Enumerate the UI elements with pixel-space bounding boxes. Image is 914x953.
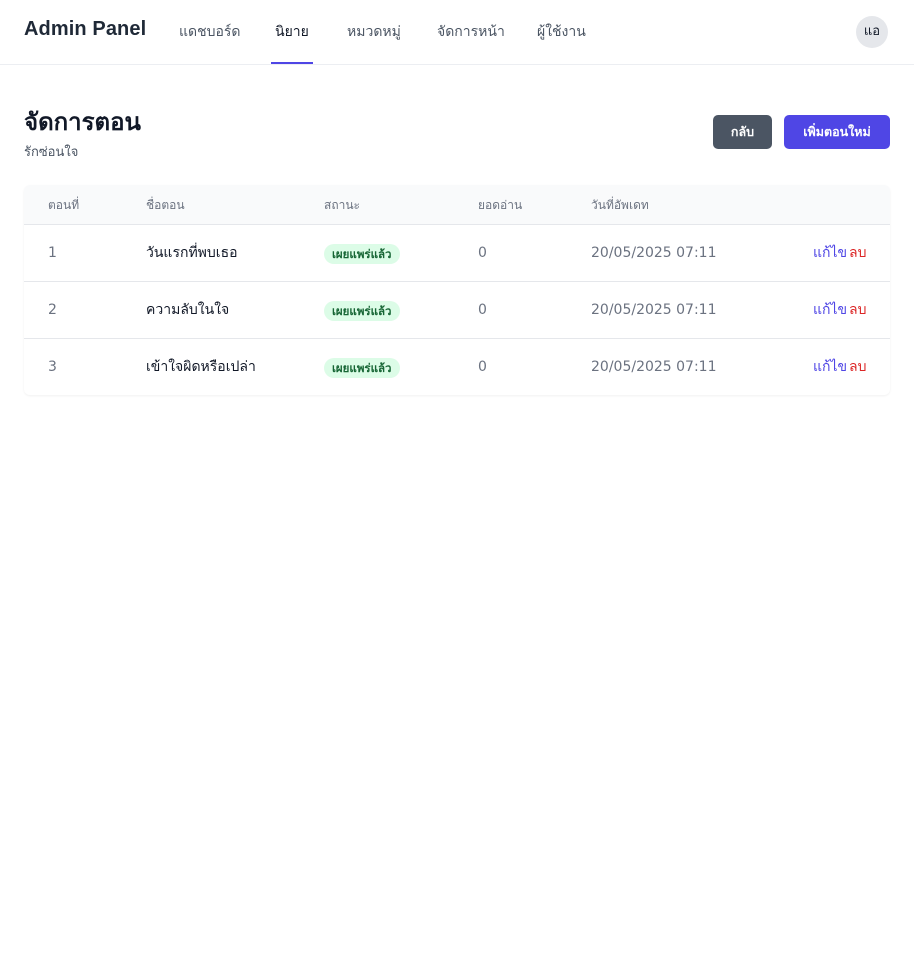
table-row: 2 ความลับในใจ เผยแพร่แล้ว 0 20/05/2025 0… bbox=[24, 282, 890, 339]
brand-title[interactable]: Admin Panel bbox=[24, 18, 146, 41]
nav-categories[interactable]: หมวดหมู่ bbox=[347, 0, 401, 64]
episode-number: 2 bbox=[48, 302, 57, 318]
table-header: ตอนที่ ชื่อตอน สถานะ ยอดอ่าน วันที่อัพเด… bbox=[24, 185, 890, 225]
column-header-updated: วันที่อัพเดท bbox=[591, 198, 649, 212]
read-count: 0 bbox=[478, 302, 487, 318]
edit-link[interactable]: แก้ไข bbox=[813, 282, 847, 338]
back-button[interactable]: กลับ bbox=[713, 115, 772, 149]
nav-novels-label: นิยาย bbox=[275, 24, 309, 40]
table-row: 1 วันแรกที่พบเธอ เผยแพร่แล้ว 0 20/05/202… bbox=[24, 225, 890, 282]
column-header-status: สถานะ bbox=[324, 198, 360, 212]
column-header-title: ชื่อตอน bbox=[146, 198, 185, 212]
episode-number: 1 bbox=[48, 245, 57, 261]
edit-link[interactable]: แก้ไข bbox=[813, 225, 847, 281]
table-row: 3 เข้าใจผิดหรือเปล่า เผยแพร่แล้ว 0 20/05… bbox=[24, 339, 890, 395]
status-badge: เผยแพร่แล้ว bbox=[324, 301, 400, 321]
delete-link[interactable]: ลบ bbox=[849, 339, 866, 395]
episode-title: ความลับในใจ bbox=[146, 302, 230, 318]
column-header-reads: ยอดอ่าน bbox=[478, 198, 523, 212]
nav-users[interactable]: ผู้ใช้งาน bbox=[537, 0, 586, 64]
delete-link[interactable]: ลบ bbox=[849, 282, 866, 338]
delete-link[interactable]: ลบ bbox=[849, 225, 866, 281]
read-count: 0 bbox=[478, 359, 487, 375]
status-badge: เผยแพร่แล้ว bbox=[324, 358, 400, 378]
nav-dashboard[interactable]: แดชบอร์ด bbox=[179, 0, 241, 64]
nav-novels[interactable]: นิยาย bbox=[271, 0, 313, 64]
novel-name-subtitle: รักซ่อนใจ bbox=[24, 145, 79, 160]
add-episode-button[interactable]: เพิ่มตอนใหม่ bbox=[784, 115, 890, 149]
episode-title: วันแรกที่พบเธอ bbox=[146, 245, 238, 261]
nav-pages[interactable]: จัดการหน้า bbox=[437, 0, 505, 64]
status-badge: เผยแพร่แล้ว bbox=[324, 244, 400, 264]
read-count: 0 bbox=[478, 245, 487, 261]
updated-date: 20/05/2025 07:11 bbox=[591, 359, 717, 375]
episode-number: 3 bbox=[48, 359, 57, 375]
top-navbar: Admin Panel แดชบอร์ด นิยาย หมวดหมู่ จัดก… bbox=[0, 0, 914, 65]
user-avatar[interactable]: แอ bbox=[856, 16, 888, 48]
page-title: จัดการตอน bbox=[24, 108, 141, 136]
edit-link[interactable]: แก้ไข bbox=[813, 339, 847, 395]
updated-date: 20/05/2025 07:11 bbox=[591, 245, 717, 261]
updated-date: 20/05/2025 07:11 bbox=[591, 302, 717, 318]
episodes-table: ตอนที่ ชื่อตอน สถานะ ยอดอ่าน วันที่อัพเด… bbox=[24, 185, 890, 395]
column-header-number: ตอนที่ bbox=[48, 198, 80, 212]
active-tab-indicator bbox=[271, 62, 313, 64]
episode-title: เข้าใจผิดหรือเปล่า bbox=[146, 359, 256, 375]
